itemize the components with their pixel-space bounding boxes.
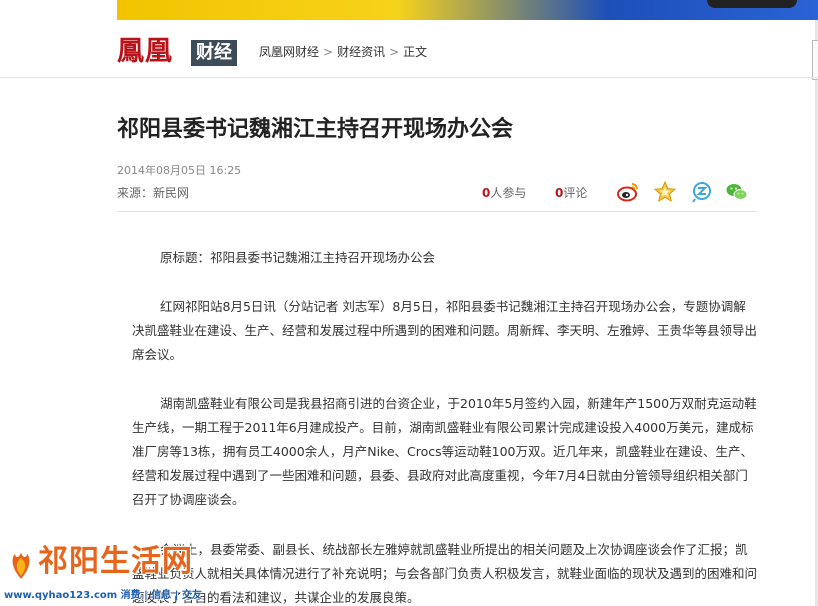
watermark-title: 祁阳生活网 bbox=[38, 544, 193, 579]
article-source: 来源：新民网 bbox=[117, 185, 189, 201]
breadcrumb-home-link[interactable]: 凤凰网财经 bbox=[259, 44, 319, 60]
favorite-star-icon[interactable] bbox=[653, 180, 677, 204]
article-paragraph: 会议上，县委常委、副县长、统战部长左雅婷就凯盛鞋业所提出的相关问题及上次协调座谈… bbox=[132, 542, 758, 605]
article-paragraph: 原标题：祁阳县委书记魏湘江主持召开现场办公会 bbox=[160, 250, 436, 265]
participants-label: 人参与 bbox=[490, 186, 527, 200]
comments-label: 评论 bbox=[563, 186, 588, 200]
qzone-icon[interactable] bbox=[690, 180, 714, 204]
banner-graphic bbox=[707, 0, 797, 8]
meta-divider bbox=[117, 211, 757, 212]
source-link[interactable]: 新民网 bbox=[153, 186, 189, 200]
wechat-icon[interactable] bbox=[725, 180, 749, 204]
watermark-url-text: www.qyhao123.com bbox=[4, 590, 118, 601]
participants-count[interactable]: 0人参与 bbox=[482, 185, 526, 201]
site-watermark: 祁阳生活网 www.qyhao123.com 消费 | 信息 | 交友 bbox=[0, 540, 210, 606]
top-ad-banner[interactable] bbox=[117, 0, 818, 20]
source-label: 来源： bbox=[117, 186, 154, 200]
watermark-logo-icon bbox=[11, 549, 31, 582]
weibo-icon[interactable] bbox=[616, 180, 640, 204]
site-header: 鳳凰 财经 凤凰网财经 > 财经资讯 > 正文 bbox=[0, 20, 818, 78]
ifeng-logo[interactable]: 鳳凰 bbox=[117, 36, 173, 68]
article-title: 祁阳县委书记魏湘江主持召开现场办公会 bbox=[117, 116, 514, 142]
comments-count[interactable]: 0评论 bbox=[555, 185, 587, 201]
article-paragraph: 红网祁阳站8月5日讯（分站记者 刘志军）8月5日，祁阳县委书记魏湘江主持召开现场… bbox=[132, 299, 758, 362]
breadcrumb-separator: > bbox=[389, 45, 400, 59]
finance-channel-logo[interactable]: 财经 bbox=[191, 40, 237, 66]
breadcrumb-separator: > bbox=[323, 45, 334, 59]
watermark-url: www.qyhao123.com 消费 | 信息 | 交友 bbox=[4, 590, 202, 601]
breadcrumb-section-link[interactable]: 财经资讯 bbox=[337, 44, 385, 60]
watermark-tag: 交友 bbox=[181, 590, 202, 601]
watermark-tag: 消费 bbox=[120, 590, 141, 601]
article-date: 2014年08月05日 16:25 bbox=[117, 164, 242, 177]
breadcrumb: 凤凰网财经 > 财经资讯 > 正文 bbox=[259, 44, 427, 60]
watermark-tag: 信息 bbox=[151, 590, 172, 601]
article-paragraph: 湖南凯盛鞋业有限公司是我县招商引进的台资企业，于2010年5月签约入园，新建年产… bbox=[132, 396, 757, 507]
breadcrumb-current: 正文 bbox=[403, 45, 428, 59]
